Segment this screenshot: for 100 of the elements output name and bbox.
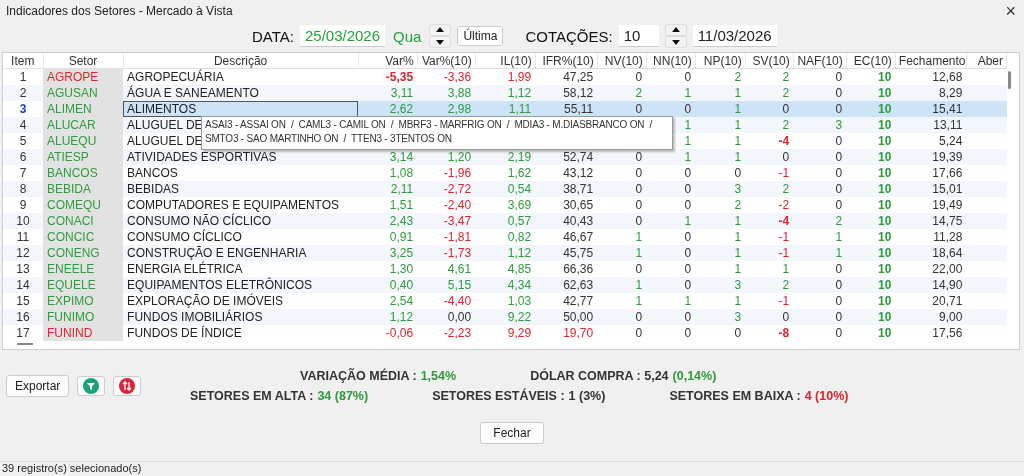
table-cell: 20,71 <box>932 294 963 308</box>
column-header[interactable]: IFR%(10) <box>535 53 598 69</box>
table-cell: 0 <box>684 310 692 324</box>
table-cell: 1 <box>684 214 692 228</box>
row-number: 12 <box>3 245 43 261</box>
row-number: 5 <box>3 133 43 149</box>
table-cell: CONACI <box>47 214 94 228</box>
table-cell: 1,12 <box>389 310 414 324</box>
table-cell: 42,77 <box>563 294 594 308</box>
table-cell: 1 <box>684 150 692 164</box>
table-cell: 1 <box>684 294 692 308</box>
column-header[interactable]: Var%(10) <box>417 53 476 69</box>
table-cell: 0 <box>835 102 843 116</box>
quotes-field[interactable]: 10 <box>618 25 659 47</box>
column-header[interactable]: Item <box>3 53 43 69</box>
table-cell: 0 <box>835 182 843 196</box>
spinner[interactable] <box>429 24 452 48</box>
table-cell: 3,11 <box>390 86 414 100</box>
table-cell: 2,43 <box>389 214 414 228</box>
table-cell: FUNDOS DE ÍNDICE <box>127 326 242 340</box>
table-cell: 2 <box>734 198 742 212</box>
row-number: 16 <box>3 309 43 325</box>
table-cell: 9,29 <box>507 326 532 340</box>
table-cell: 12,68 <box>932 70 963 84</box>
table-cell: 14,90 <box>932 278 963 292</box>
quotes-label: COTAÇÕES: <box>525 27 613 45</box>
column-header[interactable]: NP(10) <box>695 53 746 69</box>
table-cell: 2 <box>635 86 643 100</box>
quotes-date-field[interactable]: 11/03/2026 <box>692 25 777 47</box>
column-header[interactable]: IL(10) <box>475 53 536 69</box>
spinner[interactable] <box>664 24 687 48</box>
stat-label: VARIAÇÃO MÉDIA : <box>300 369 417 383</box>
table-cell: 1 <box>635 278 643 292</box>
table-cell: FUNIND <box>47 326 93 340</box>
column-header[interactable]: NAF(10) <box>793 53 847 69</box>
column-header[interactable]: NN(10) <box>646 53 696 69</box>
table-cell: 1 <box>734 230 742 244</box>
row-number: 15 <box>3 293 43 309</box>
table-cell: 0 <box>734 166 742 180</box>
table-cell: -4 <box>778 214 790 228</box>
column-header[interactable]: Var% <box>358 53 418 69</box>
column-header[interactable]: Setor <box>43 53 124 69</box>
stat-label: SETORES ESTÁVEIS : <box>432 389 565 403</box>
table-cell: 38,71 <box>563 182 594 196</box>
stat-value: 4 (10%) <box>804 389 849 403</box>
sort-button[interactable] <box>113 376 142 396</box>
table-cell: 1,30 <box>389 262 414 276</box>
table-cell: 10 <box>877 214 892 228</box>
row-number: 9 <box>3 197 43 213</box>
table-cell: -1,96 <box>443 166 472 180</box>
table-cell: 1 <box>734 294 742 308</box>
table-cell: 1,62 <box>507 166 532 180</box>
scroll-thumb[interactable] <box>1008 71 1011 89</box>
table-cell: 17,66 <box>932 166 963 180</box>
table-cell: 0 <box>782 310 790 324</box>
column-header[interactable]: Fechamento <box>895 53 967 69</box>
table-cell: 0 <box>782 150 790 164</box>
table-cell: 0 <box>684 326 692 340</box>
scroll-thumb[interactable] <box>17 343 33 345</box>
table-cell: ALUCAR <box>47 118 96 132</box>
table-cell: AGROPE <box>47 70 99 84</box>
table-cell: 0,54 <box>507 182 532 196</box>
table-cell: 19,70 <box>563 326 594 340</box>
stat-value: 1,54% <box>420 369 457 383</box>
table-cell: -1,81 <box>443 230 472 244</box>
table-cell: 1,03 <box>507 294 532 308</box>
column-header[interactable]: Descrição <box>123 53 359 69</box>
table-cell: 1 <box>782 262 790 276</box>
row-number: 7 <box>3 165 43 181</box>
table-cell: 0,82 <box>507 230 532 244</box>
filter-button[interactable] <box>77 376 106 396</box>
table-cell: BANCOS <box>47 166 98 180</box>
table-cell: 0 <box>835 326 843 340</box>
table-cell: 1,99 <box>507 70 532 84</box>
table-cell: 10 <box>877 262 892 276</box>
table-cell: 0 <box>734 326 742 340</box>
last-button[interactable]: Última <box>457 26 504 46</box>
table-cell: 1,20 <box>447 150 472 164</box>
table-cell: 0 <box>835 166 843 180</box>
table-cell: 2 <box>782 278 790 292</box>
table-cell: 5,15 <box>447 278 472 292</box>
close-button[interactable]: × <box>1005 2 1016 20</box>
column-header[interactable]: EC(10) <box>846 53 896 69</box>
column-header[interactable]: SV(10) <box>745 53 794 69</box>
table-cell: BEBIDA <box>47 182 92 196</box>
table-cell: ALUEQU <box>47 134 97 148</box>
table-cell: 3 <box>734 310 742 324</box>
table-cell: AGROPECUÁRIA <box>127 70 224 84</box>
export-button[interactable]: Exportar <box>6 375 70 397</box>
column-header[interactable]: Aber <box>966 53 1007 69</box>
table-cell: 3 <box>734 182 742 196</box>
table-cell: AGUSAN <box>47 86 98 100</box>
table-cell: BANCOS <box>127 166 178 180</box>
table-cell: 0 <box>635 326 643 340</box>
column-header[interactable]: NV(10) <box>597 53 647 69</box>
table-cell: 1 <box>835 230 843 244</box>
table-cell: 2 <box>782 182 790 196</box>
table-cell: 10 <box>877 230 892 244</box>
close-dialog-button[interactable]: Fechar <box>480 422 544 444</box>
table-cell: 19,39 <box>932 150 963 164</box>
